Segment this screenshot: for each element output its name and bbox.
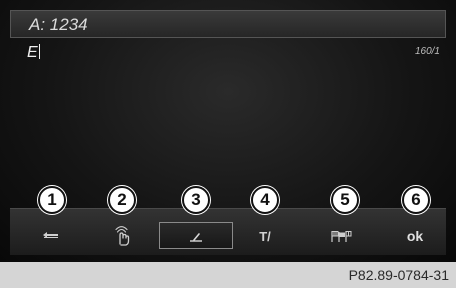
caption-bar: P82.89-0784-31 [0,262,456,288]
handwriting-button[interactable] [88,217,158,249]
text-format-button[interactable]: T/ [230,217,300,249]
input-text-value: E [27,44,38,61]
address-label: A: 1234 [29,15,88,34]
back-arrow-icon [43,232,58,240]
back-button[interactable] [16,217,86,249]
message-text-area[interactable]: E 160/1 [10,40,446,200]
language-button[interactable] [306,217,376,249]
callout-3: 3 [182,186,210,214]
callout-5: 5 [331,186,359,214]
input-toolbar: T/ ok [10,208,446,255]
address-bar[interactable]: A: 1234 [10,10,446,38]
input-text: E [27,43,40,63]
handwriting-icon [115,225,130,246]
ok-button[interactable]: ok [380,217,450,249]
flags-icon [331,230,352,242]
display-screen: A: 1234 E 160/1 T/ ok 1 2 3 4 5 6 [0,0,456,262]
text-format-icon: T/ [259,228,271,244]
ok-label: ok [406,228,424,244]
text-cursor [38,44,40,59]
pen-input-button[interactable] [159,222,233,249]
callout-2: 2 [108,186,136,214]
callout-6: 6 [402,186,430,214]
character-counter: 160/1 [414,46,440,57]
pen-icon [190,232,202,242]
callout-4: 4 [251,186,279,214]
callout-1: 1 [38,186,66,214]
figure-caption: P82.89-0784-31 [348,267,449,283]
